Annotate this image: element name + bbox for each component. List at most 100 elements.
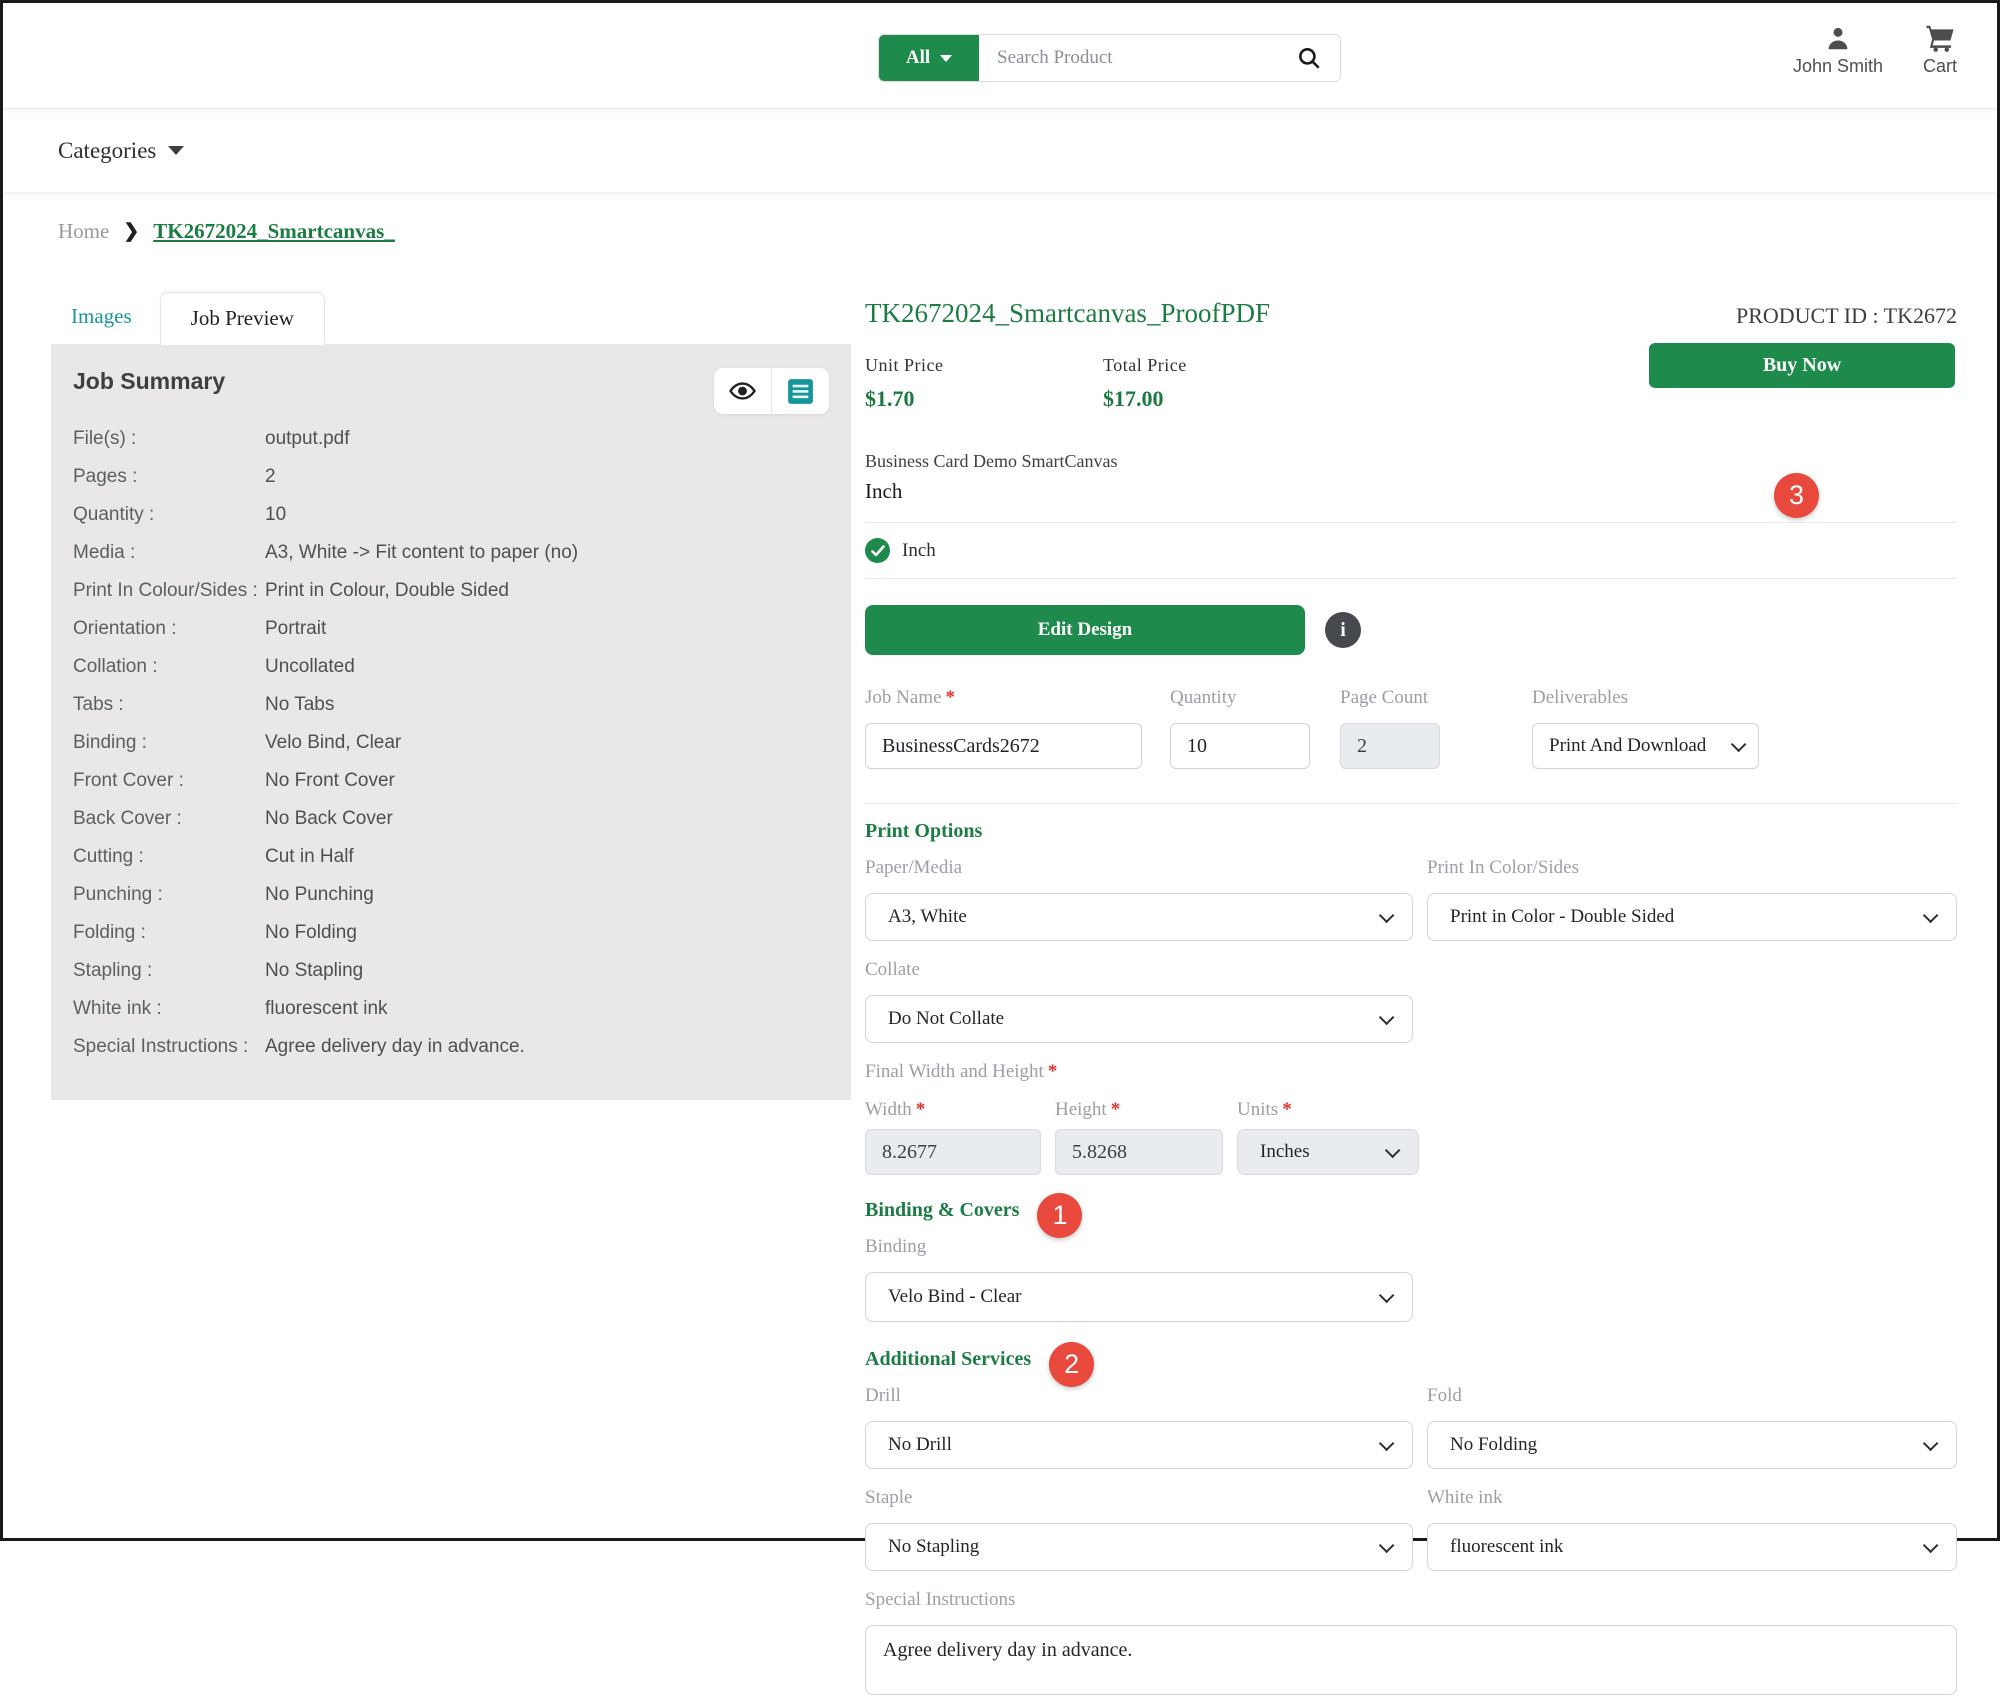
job-name-input[interactable] bbox=[865, 723, 1142, 769]
summary-label: File(s) : bbox=[73, 429, 265, 449]
white-ink-select[interactable]: fluorescent ink bbox=[1427, 1523, 1957, 1571]
summary-row: Quantity :10 bbox=[51, 496, 851, 534]
width-input bbox=[865, 1129, 1041, 1175]
staple-label: Staple bbox=[865, 1487, 913, 1508]
summary-row: Collation :Uncollated bbox=[51, 648, 851, 686]
summary-value: No Punching bbox=[265, 885, 374, 905]
deliverables-value: Print And Download bbox=[1549, 735, 1706, 757]
user-name: John Smith bbox=[1793, 56, 1883, 77]
categories-dropdown[interactable]: Categories bbox=[58, 138, 184, 164]
breadcrumb-home-link[interactable]: Home bbox=[58, 219, 109, 244]
unit-radio-inch[interactable]: Inch bbox=[865, 523, 1957, 578]
width-label: Width bbox=[865, 1099, 912, 1120]
color-sides-select[interactable]: Print in Color - Double Sided bbox=[1427, 893, 1957, 941]
collate-select[interactable]: Do Not Collate bbox=[865, 995, 1413, 1043]
summary-label: Quantity : bbox=[73, 505, 265, 525]
summary-row: Binding :Velo Bind, Clear bbox=[51, 724, 851, 762]
edit-design-button[interactable]: Edit Design bbox=[865, 605, 1305, 655]
breadcrumb-current-link[interactable]: TK2672024_Smartcanvas_ bbox=[153, 219, 395, 244]
category-nav: Categories bbox=[3, 109, 1997, 193]
annotation-badge-3: 3 bbox=[1774, 473, 1819, 518]
paper-media-value: A3, White bbox=[888, 906, 967, 928]
search-button[interactable] bbox=[1278, 35, 1340, 81]
job-name-label: Job Name bbox=[865, 687, 942, 708]
total-price-label: Total Price bbox=[1103, 355, 1341, 376]
final-size-label: Final Width and Height bbox=[865, 1061, 1044, 1082]
annotation-badge-2: 2 bbox=[1049, 1342, 1094, 1387]
preview-eye-button[interactable] bbox=[729, 381, 756, 401]
staple-value: No Stapling bbox=[888, 1536, 979, 1558]
summary-row: File(s) :output.pdf bbox=[51, 420, 851, 458]
summary-value: 10 bbox=[265, 505, 286, 525]
product-search-bar: All bbox=[878, 34, 1341, 82]
product-config-column: TK2672024_Smartcanvas_ProofPDF PRODUCT I… bbox=[865, 290, 1957, 1700]
chevron-down-icon bbox=[1379, 907, 1395, 923]
summary-value: No Tabs bbox=[265, 695, 334, 715]
binding-select[interactable]: Velo Bind - Clear bbox=[865, 1272, 1413, 1322]
main-content: Images Job Preview Job Summary bbox=[3, 290, 1997, 1700]
info-icon[interactable] bbox=[1325, 612, 1361, 648]
units-label: Units bbox=[1237, 1099, 1278, 1120]
drill-select[interactable]: No Drill bbox=[865, 1421, 1413, 1469]
summary-label: Cutting : bbox=[73, 847, 265, 867]
deliverables-select[interactable]: Print And Download bbox=[1532, 723, 1759, 769]
chevron-down-icon bbox=[1731, 736, 1747, 752]
summary-row: Stapling :No Stapling bbox=[51, 952, 851, 990]
search-input[interactable] bbox=[979, 35, 1278, 81]
chevron-down-icon bbox=[940, 55, 952, 62]
paper-media-select[interactable]: A3, White bbox=[865, 893, 1413, 941]
white-ink-value: fluorescent ink bbox=[1450, 1536, 1563, 1558]
job-summary-title: Job Summary bbox=[73, 368, 225, 395]
chevron-down-icon bbox=[1923, 907, 1939, 923]
chevron-down-icon bbox=[1923, 1537, 1939, 1553]
summary-label: Binding : bbox=[73, 733, 265, 753]
summary-value: No Back Cover bbox=[265, 809, 393, 829]
chevron-down-icon bbox=[1385, 1142, 1401, 1158]
required-mark: * bbox=[1048, 1061, 1058, 1082]
product-order-page: { "header": { "search": { "category_labe… bbox=[0, 0, 2000, 1541]
summary-value: No Stapling bbox=[265, 961, 363, 981]
cart-button[interactable]: Cart bbox=[1923, 23, 1957, 77]
search-category-dropdown[interactable]: All bbox=[879, 35, 979, 81]
page-count-input bbox=[1340, 723, 1440, 769]
summary-label: Tabs : bbox=[73, 695, 265, 715]
summary-value: No Folding bbox=[265, 923, 357, 943]
summary-value: Print in Colour, Double Sided bbox=[265, 581, 509, 601]
summary-value: 2 bbox=[265, 467, 276, 487]
product-id: PRODUCT ID : TK2672 bbox=[1736, 303, 1957, 329]
staple-select[interactable]: No Stapling bbox=[865, 1523, 1413, 1571]
unit-price-value: $1.70 bbox=[865, 386, 1103, 412]
tab-images[interactable]: Images bbox=[51, 304, 160, 344]
special-instructions-textarea[interactable]: Agree delivery day in advance. bbox=[865, 1625, 1957, 1695]
summary-list-button[interactable] bbox=[787, 378, 814, 405]
preview-tabs: Images Job Preview bbox=[51, 290, 851, 344]
cart-icon bbox=[1924, 23, 1956, 53]
summary-label: White ink : bbox=[73, 999, 265, 1019]
fold-select[interactable]: No Folding bbox=[1427, 1421, 1957, 1469]
fold-value: No Folding bbox=[1450, 1434, 1537, 1456]
drill-value: No Drill bbox=[888, 1434, 952, 1456]
divider bbox=[865, 803, 1957, 804]
header-actions: John Smith Cart bbox=[1793, 23, 1957, 77]
summary-label: Stapling : bbox=[73, 961, 265, 981]
summary-label: Special Instructions : bbox=[73, 1037, 265, 1057]
height-input bbox=[1055, 1129, 1223, 1175]
buy-now-button[interactable]: Buy Now bbox=[1649, 343, 1955, 388]
unit-price-label: Unit Price bbox=[865, 355, 1103, 376]
binding-label: Binding bbox=[865, 1236, 926, 1257]
color-sides-label: Print In Color/Sides bbox=[1427, 857, 1579, 878]
units-select[interactable]: Inches bbox=[1237, 1129, 1419, 1175]
quantity-input[interactable] bbox=[1170, 723, 1310, 769]
binding-value: Velo Bind - Clear bbox=[888, 1286, 1022, 1308]
summary-value: output.pdf bbox=[265, 429, 350, 449]
tab-job-preview[interactable]: Job Preview bbox=[160, 292, 325, 345]
summary-label: Orientation : bbox=[73, 619, 265, 639]
summary-row: Punching :No Punching bbox=[51, 876, 851, 914]
summary-value: Velo Bind, Clear bbox=[265, 733, 401, 753]
summary-label: Front Cover : bbox=[73, 771, 265, 791]
user-account-button[interactable]: John Smith bbox=[1793, 23, 1883, 77]
summary-value: Cut in Half bbox=[265, 847, 354, 867]
collate-value: Do Not Collate bbox=[888, 1008, 1004, 1030]
list-icon bbox=[787, 378, 814, 405]
color-sides-value: Print in Color - Double Sided bbox=[1450, 906, 1674, 928]
